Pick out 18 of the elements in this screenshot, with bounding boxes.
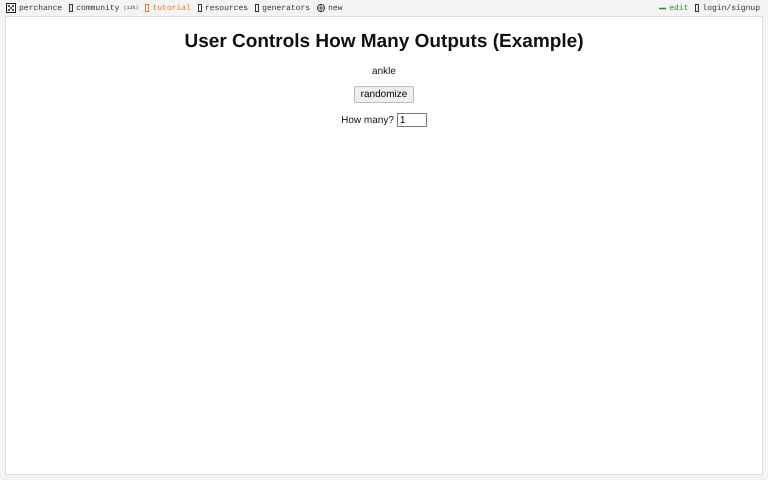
randomize-button[interactable]: randomize [354,86,414,103]
box-icon [695,4,700,12]
box-icon [69,4,74,12]
field-label: How many? [341,114,394,126]
page-title: User Controls How Many Outputs (Example) [184,31,584,53]
nav-link[interactable]: resources [198,4,248,12]
number-field[interactable]: 1 [396,113,427,127]
nav-link[interactable]: perchance [6,3,62,13]
box-icon [198,4,202,12]
box-icon [145,4,150,12]
nav-link[interactable]: new [317,4,342,12]
box-icon [255,4,260,12]
nav-link[interactable]: edit [659,4,688,12]
nav-link[interactable]: login/signup [695,4,760,12]
nav-link[interactable]: generators [255,4,310,12]
output-text: ankle [372,66,396,77]
plus-circle-icon [317,4,326,12]
dice-icon [6,3,16,13]
